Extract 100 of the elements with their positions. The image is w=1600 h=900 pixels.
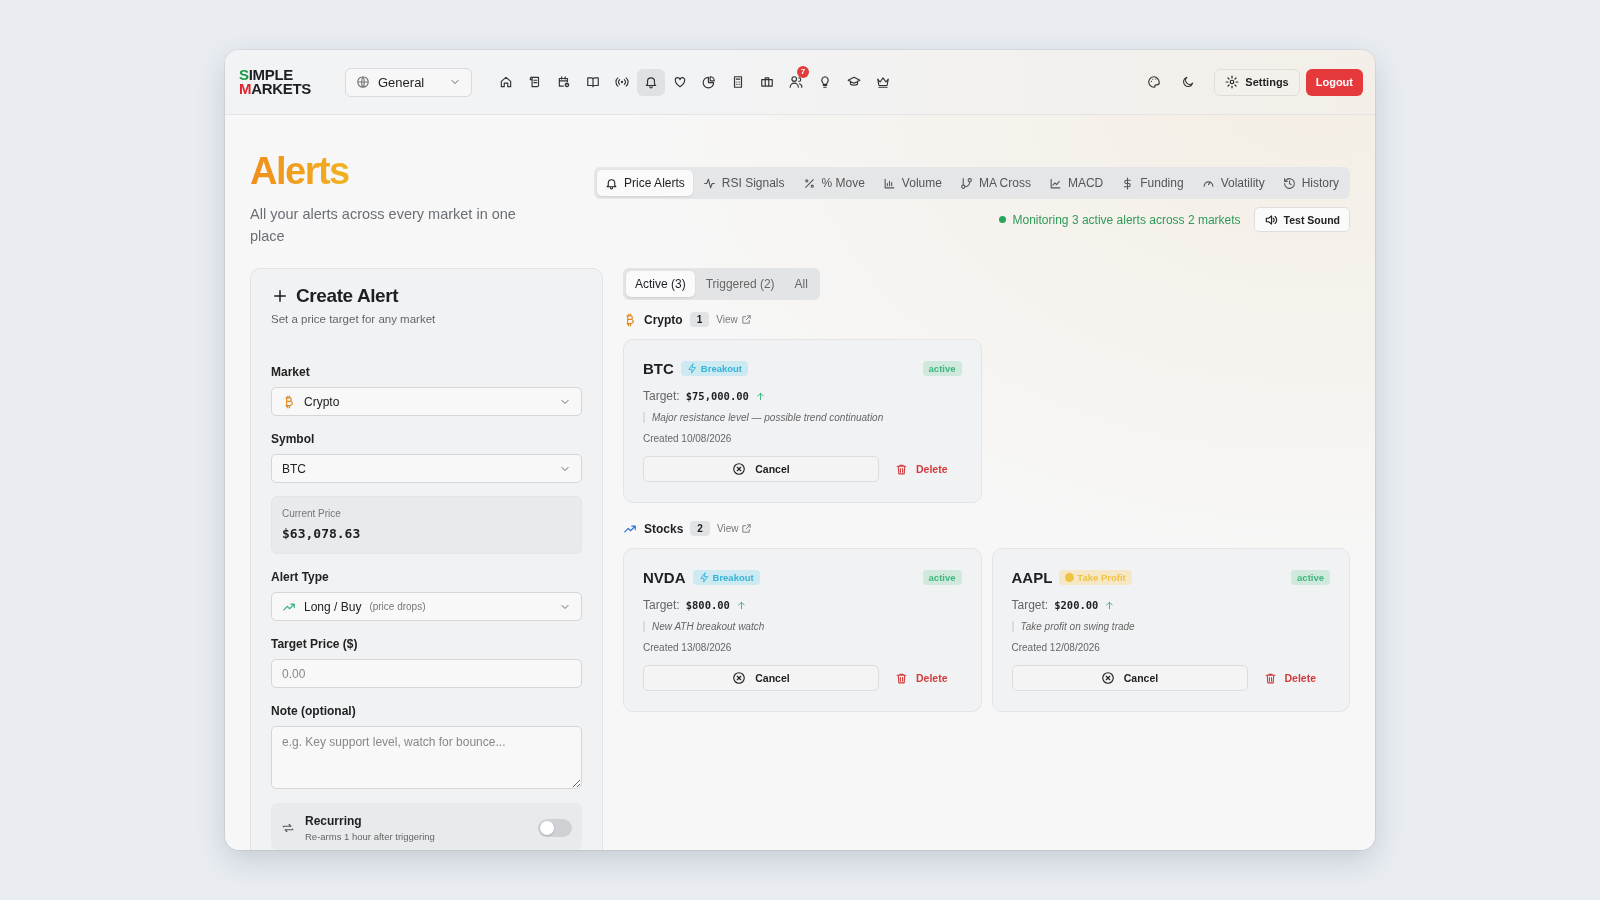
alert-symbol: BTC [643,360,674,377]
group-name: Stocks [644,521,684,536]
view-link[interactable]: View [716,523,753,534]
tab[interactable]: Volume [874,170,950,196]
pie-chart-icon [702,75,716,89]
delete-button[interactable]: Delete [1263,671,1316,685]
price-value: $63,078.63 [282,526,362,541]
count-badge: 1 [689,312,710,327]
field-label: Market [271,365,311,379]
target-value: $200.00 [1054,599,1099,611]
tab[interactable]: MA Cross [951,170,1039,196]
recurring-label: Recurring [305,814,363,828]
cancel-button[interactable]: Cancel [1011,665,1248,691]
tab[interactable]: Funding [1113,170,1192,196]
calculator-icon [731,75,745,89]
bell-icon [605,176,619,190]
branch-icon [959,176,973,190]
delete-button[interactable]: Delete [895,462,948,476]
graduation-cap-icon [847,75,861,89]
status-dot [998,216,1006,223]
status-tag: active [1291,570,1330,585]
page-subtitle: All your alerts across every market in one place [250,205,517,246]
note-textarea[interactable]: e.g. Key support level, watch for bounce... [271,726,582,789]
target-price-input[interactable]: 0.00 [271,659,582,688]
view-link[interactable]: View [716,314,752,325]
cancel-button[interactable]: Cancel [643,456,879,482]
recurring-toggle[interactable] [538,819,572,837]
panel-title: Create Alert [296,285,399,307]
repeat-icon [281,821,295,835]
arrow-up-icon [1104,599,1116,611]
lightbulb-icon [818,75,832,89]
status-tag: active [922,361,962,376]
lightning-icon [686,363,698,374]
bell-nav-button[interactable] [637,68,665,96]
book-icon [586,75,600,89]
alert-note: New ATH breakout watch [643,621,962,632]
speaker-icon [1263,212,1278,227]
tab[interactable]: History [1274,170,1347,196]
bar-chart-icon [882,176,896,190]
tab[interactable]: Price Alerts [597,170,693,196]
created-date: Created 12/08/2026 [1011,642,1101,653]
broadcast-icon [615,75,629,89]
market-select[interactable]: Crypto [271,387,582,416]
calendar-clock-icon [557,75,571,89]
history-icon [1282,176,1296,190]
alert-symbol: AAPL [1011,569,1053,586]
scroll-icon [528,75,542,89]
filter-tab[interactable]: Active (3) [626,271,695,297]
coin-icon [1065,573,1075,582]
plus-icon [271,287,289,305]
strategy-tag: Breakout [692,570,760,585]
panel-subtitle: Set a price target for any market [271,313,437,325]
created-date: Created 13/08/2026 [643,642,733,653]
created-date: Created 10/08/2026 [643,433,733,444]
tab[interactable]: % Move [794,170,873,196]
logo[interactable]: SIMPLE MARKETS [239,68,324,96]
home-icon [499,75,513,89]
cancel-button[interactable]: Cancel [643,665,879,691]
delete-button[interactable]: Delete [895,671,948,685]
strategy-tag: Breakout [680,361,748,376]
users-icon [789,75,803,89]
trash-icon [895,671,908,685]
target-label: Target: [643,598,680,612]
symbol-select[interactable]: BTC [271,454,582,483]
target-value: $75,000.00 [685,390,749,402]
settings-button[interactable]: Settings [1214,68,1300,96]
tab[interactable]: MACD [1040,170,1112,196]
bell-icon [644,75,658,89]
filter-tab[interactable]: All [785,271,817,297]
arrow-up-icon [735,599,747,611]
tab[interactable]: Volatility [1193,170,1273,196]
field-label: Note (optional) [271,704,357,718]
field-label: Target Price ($) [271,637,359,651]
target-label: Target: [1011,598,1049,612]
price-label: Current Price [282,508,342,519]
external-link-icon [740,314,752,325]
alert-note: Take profit on swing trade [1011,621,1330,632]
lightning-icon [698,572,710,583]
crown-icon [876,75,890,89]
field-label: Alert Type [271,570,330,584]
users-nav-button[interactable]: 7 [782,68,810,96]
notification-badge: 7 [797,65,809,78]
bitcoin-icon [623,312,637,327]
briefcase-icon [760,75,774,89]
activity-icon [702,176,716,190]
logout-button[interactable]: Logout [1305,68,1363,96]
monitoring-status: Monitoring 3 active alerts across 2 markets [1012,212,1241,227]
globe-icon [356,75,370,89]
line-chart-icon [1048,176,1062,190]
trash-icon [895,462,908,476]
percent-icon [802,176,816,190]
alert-type-select[interactable]: Long / Buy (price drops) [271,592,582,621]
moon-icon [1181,75,1196,89]
settings-icon [1225,75,1240,89]
tab[interactable]: RSI Signals [694,170,793,196]
status-tag: active [922,570,962,585]
test-sound-button[interactable]: Test Sound [1253,207,1350,232]
filter-tab[interactable]: Triggered (2) [696,271,784,297]
count-badge: 2 [690,521,710,536]
workspace-dropdown[interactable]: General [345,67,472,97]
